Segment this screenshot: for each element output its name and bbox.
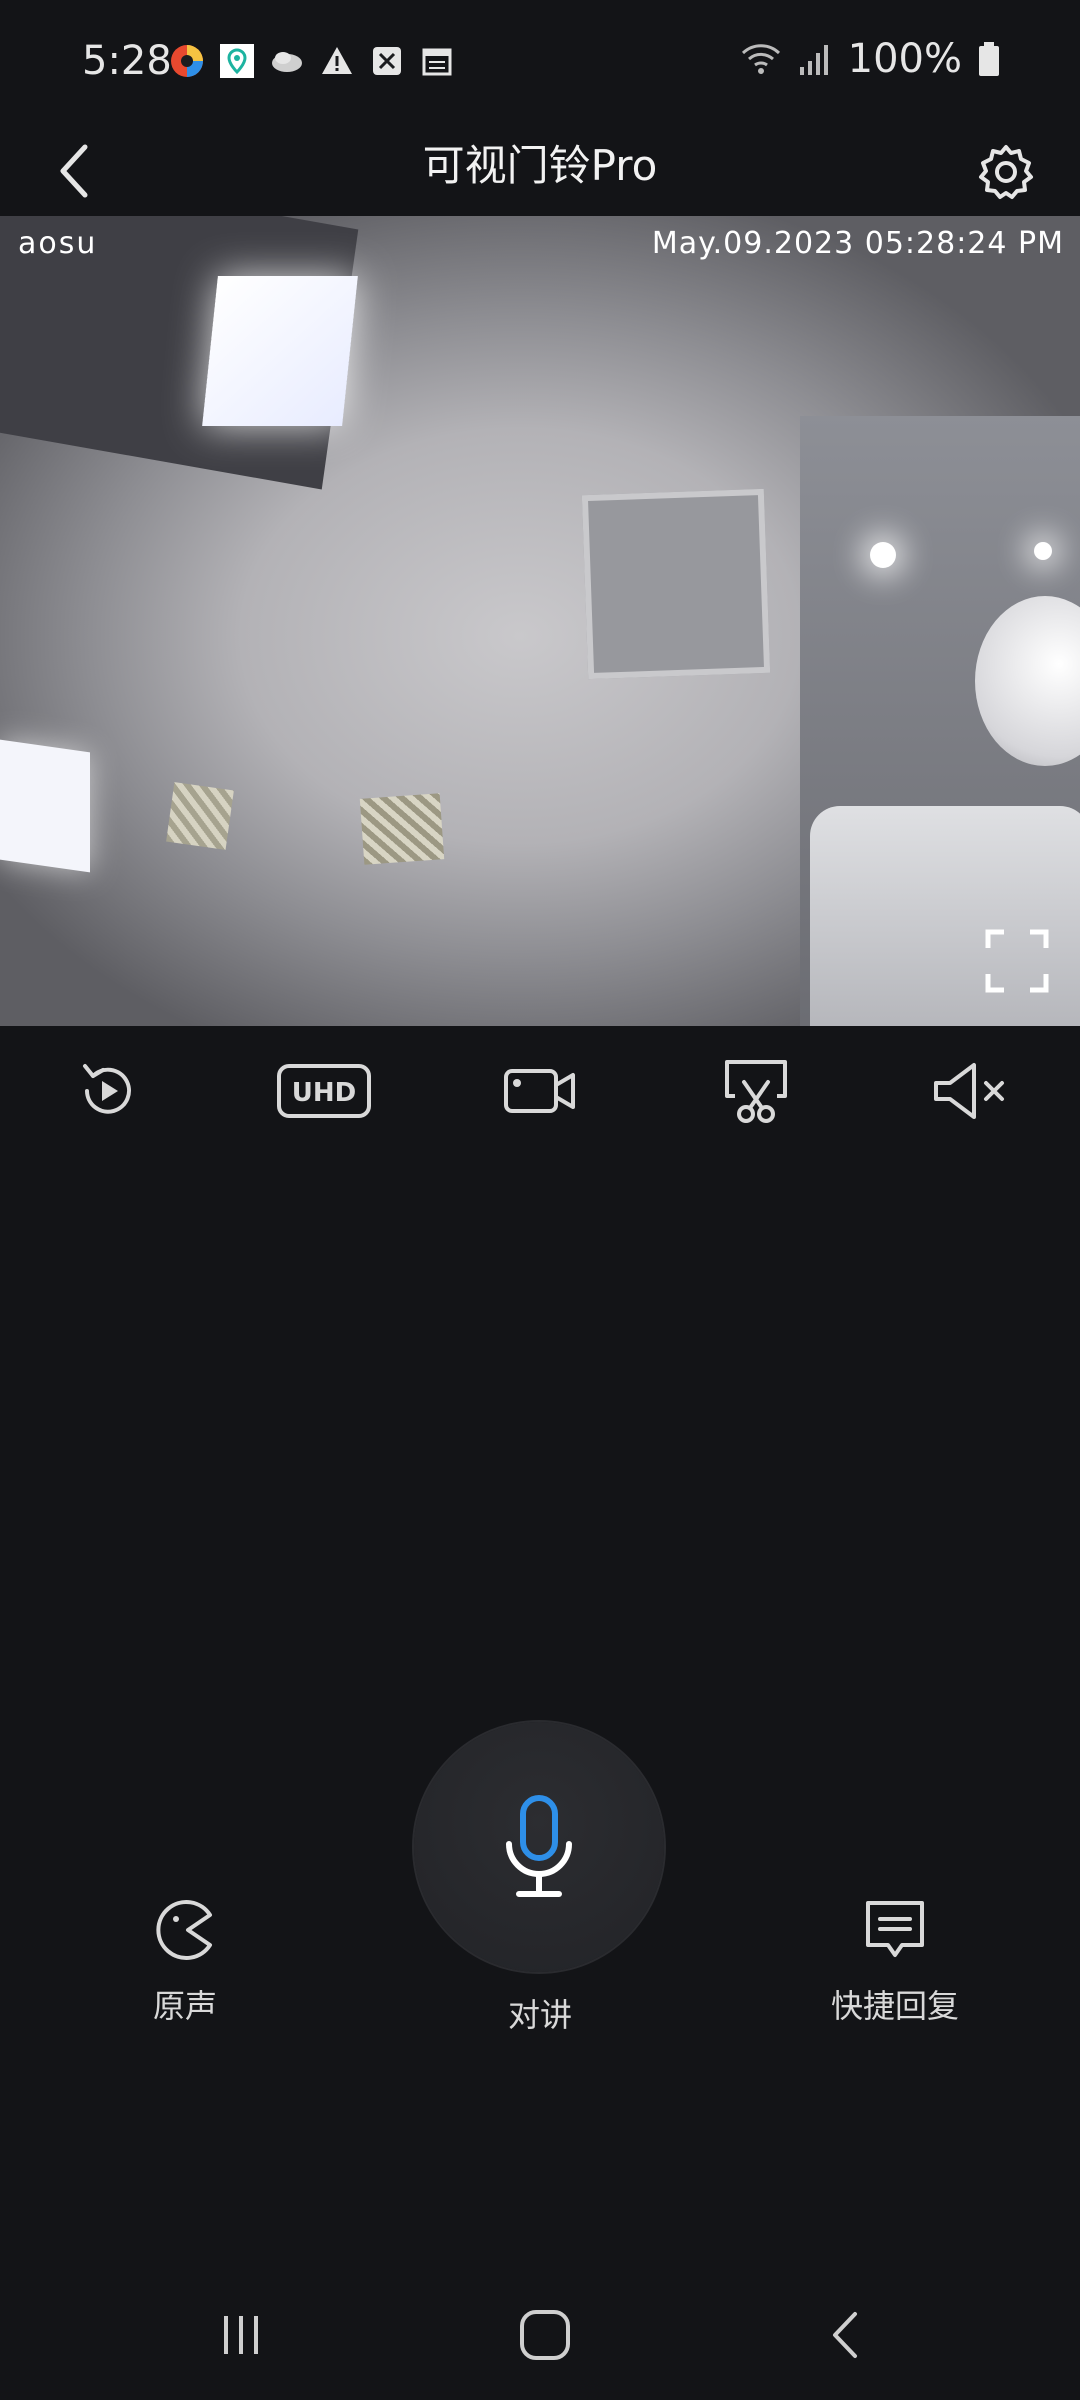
system-status: 100% bbox=[740, 36, 1000, 82]
header: 可视门铃Pro bbox=[0, 120, 1080, 220]
page-title: 可视门铃Pro bbox=[422, 141, 658, 190]
home-button[interactable] bbox=[500, 2290, 590, 2380]
fullscreen-icon bbox=[985, 929, 1049, 993]
signal-icon bbox=[799, 45, 828, 75]
system-navigation-bar bbox=[0, 2270, 1080, 2400]
live-video-feed[interactable]: aosu May.09.2023 05:28:24 PM bbox=[0, 216, 1080, 1026]
video-scene-skylight bbox=[202, 276, 358, 426]
settings-button[interactable] bbox=[966, 132, 1046, 212]
talk-button[interactable] bbox=[414, 1722, 664, 1972]
battery-percentage: 100% bbox=[847, 36, 962, 82]
status-time: 5:28 bbox=[82, 38, 172, 84]
screenshot-button[interactable] bbox=[706, 1041, 806, 1141]
uhd-icon: UHD bbox=[277, 1064, 371, 1118]
video-scene-window bbox=[0, 739, 90, 873]
original-sound-icon bbox=[156, 1900, 212, 1960]
video-camera-icon bbox=[504, 1069, 575, 1113]
original-sound-button[interactable]: 原声 bbox=[130, 1895, 240, 2027]
cloud-notification-icon bbox=[268, 42, 306, 80]
microphone-icon bbox=[506, 1795, 572, 1897]
quick-reply-button[interactable]: 快捷回复 bbox=[810, 1895, 980, 2027]
video-toolbar: UHD bbox=[0, 1036, 1080, 1146]
system-back-button[interactable] bbox=[800, 2290, 890, 2380]
talk-label: 对讲 bbox=[507, 1996, 572, 2034]
video-timestamp: May.09.2023 05:28:24 PM bbox=[651, 226, 1064, 261]
quality-label: UHD bbox=[292, 1078, 356, 1108]
mute-button[interactable] bbox=[922, 1041, 1022, 1141]
warning-icon bbox=[318, 42, 356, 80]
speaker-muted-icon bbox=[934, 1063, 1004, 1119]
recent-apps-button[interactable] bbox=[196, 2290, 286, 2380]
location-notification-icon bbox=[218, 42, 256, 80]
video-scene-vent bbox=[166, 782, 234, 850]
wifi-icon bbox=[741, 44, 780, 74]
video-scene-light bbox=[870, 542, 896, 568]
chevron-left-icon bbox=[833, 2312, 857, 2358]
battery-icon bbox=[979, 42, 999, 76]
playback-button[interactable] bbox=[58, 1041, 158, 1141]
record-button[interactable] bbox=[490, 1041, 590, 1141]
video-scene-vent bbox=[359, 793, 445, 865]
video-scene-light bbox=[1034, 542, 1052, 560]
app-notification-icon bbox=[168, 42, 206, 80]
camera-brand-watermark: aosu bbox=[18, 226, 98, 261]
status-bar: 5:28 100% bbox=[0, 0, 1080, 130]
close-box-icon bbox=[368, 42, 406, 80]
original-sound-label: 原声 bbox=[152, 1987, 217, 2025]
recent-apps-icon bbox=[224, 2316, 258, 2354]
scissors-screenshot-icon bbox=[725, 1060, 787, 1123]
gear-icon bbox=[979, 145, 1033, 199]
message-icon bbox=[866, 1901, 924, 1957]
quality-button[interactable]: UHD bbox=[274, 1041, 374, 1141]
calendar-icon bbox=[418, 42, 456, 80]
replay-icon bbox=[83, 1064, 131, 1114]
quick-reply-label: 快捷回复 bbox=[830, 1987, 959, 2025]
fullscreen-button[interactable] bbox=[982, 926, 1052, 996]
video-scene-ceiling-panel bbox=[581, 488, 771, 680]
home-icon bbox=[520, 2310, 570, 2360]
notification-icons bbox=[168, 42, 456, 80]
